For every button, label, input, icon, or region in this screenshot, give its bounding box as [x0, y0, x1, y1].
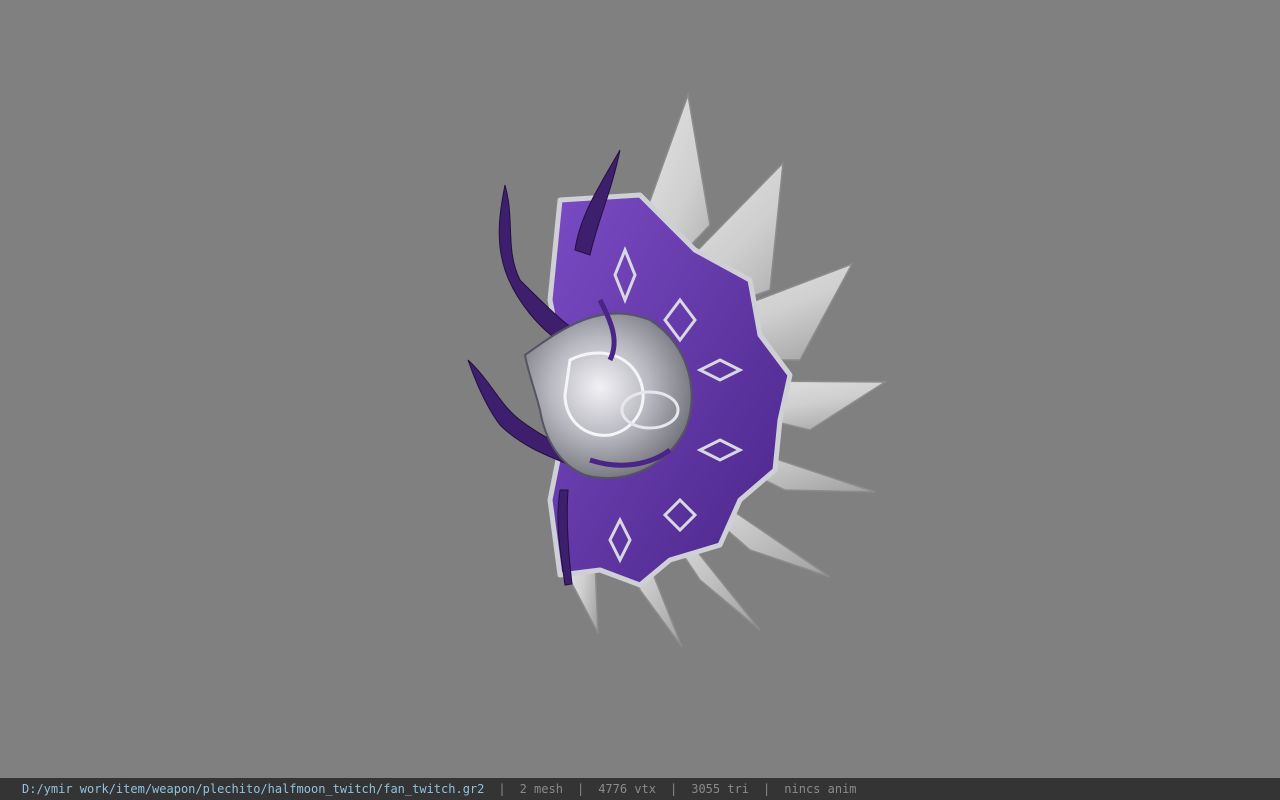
vertex-count: 4776 vtx: [598, 782, 656, 796]
status-bar: D:/ymir work/item/weapon/plechito/halfmo…: [0, 778, 1280, 800]
separator: |: [498, 782, 506, 796]
mesh-count: 2 mesh: [519, 782, 563, 796]
triangle-count: 3055 tri: [691, 782, 750, 796]
fan-weapon-model[interactable]: [0, 0, 1280, 778]
separator: |: [576, 782, 585, 796]
separator: |: [763, 782, 771, 796]
3d-viewport[interactable]: [0, 0, 1280, 778]
animation-status: nincs anim: [784, 782, 857, 796]
separator: |: [670, 782, 678, 796]
file-path: D:/ymir work/item/weapon/plechito/halfmo…: [22, 782, 485, 796]
